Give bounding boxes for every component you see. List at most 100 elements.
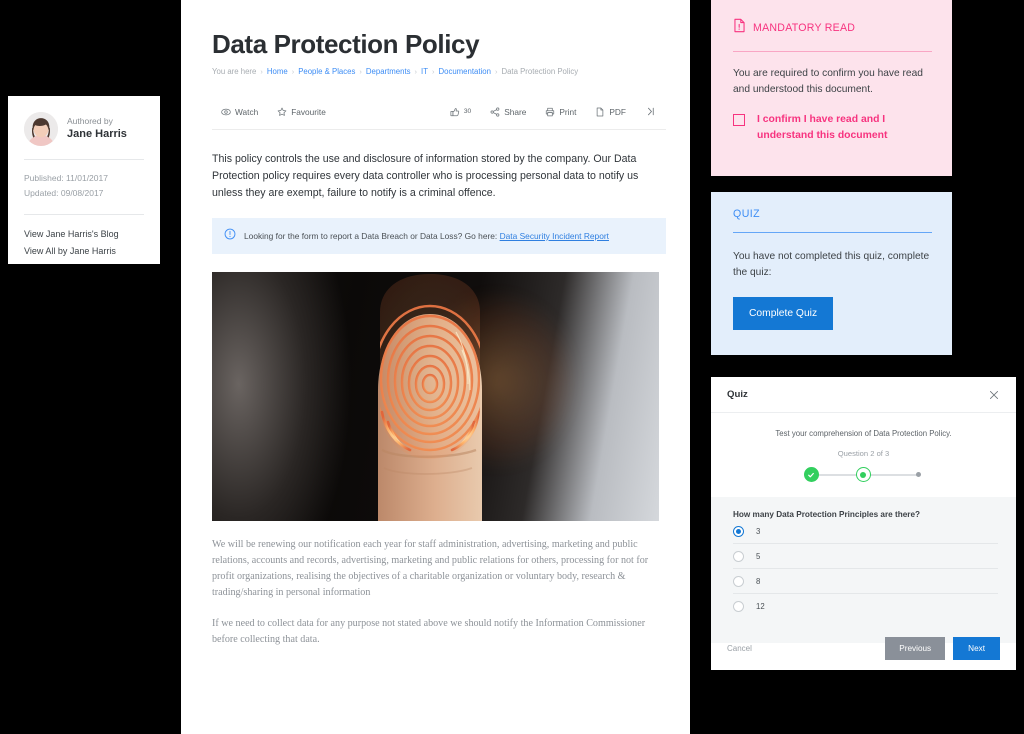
updated-date: Updated: 09/08/2017: [24, 187, 104, 198]
quiz-question-box: How many Data Protection Principles are …: [711, 497, 1016, 643]
file-pdf-icon: [595, 107, 605, 117]
print-button[interactable]: Print: [536, 103, 586, 121]
share-icon: [490, 107, 500, 117]
chevron-right-icon: ›: [431, 66, 435, 76]
radio-dot: [736, 529, 741, 534]
quiz-panel: QUIZ You have not completed this quiz, c…: [711, 192, 952, 355]
chevron-right-icon: ›: [359, 66, 362, 76]
quiz-option-2[interactable]: 5: [733, 544, 998, 569]
document-toolbar: Watch Favourite 30 Share Print PDF: [212, 102, 666, 122]
divider: [733, 232, 932, 234]
confirm-read-row[interactable]: I confirm I have read and I understand t…: [733, 112, 932, 144]
question-counter: Question 2 of 3: [837, 449, 890, 458]
page-title: Data Protection Policy: [212, 29, 480, 59]
like-count: 30: [463, 108, 472, 116]
watch-button[interactable]: Watch: [212, 103, 268, 121]
like-button[interactable]: 30: [441, 103, 481, 121]
mandatory-read-body: You are required to confirm you have rea…: [733, 68, 923, 95]
quiz-panel-body: You have not completed this quiz, comple…: [733, 251, 930, 279]
radio-button-selected[interactable]: [733, 526, 744, 537]
breadcrumb-item-current: Data Protection Policy: [501, 66, 579, 76]
avatar-photo: [24, 112, 58, 146]
cancel-button[interactable]: Cancel: [727, 644, 752, 653]
published-date: Published: 11/01/2017: [24, 173, 108, 183]
link-author-blog[interactable]: View Jane Harris's Blog: [24, 226, 144, 244]
favourite-label: Favourite: [291, 106, 326, 117]
document-panel: Data Protection Policy You are here › Ho…: [181, 0, 690, 734]
step-3-pending[interactable]: [915, 472, 921, 477]
eye-icon: [221, 107, 231, 117]
pdf-label: PDF: [609, 106, 626, 117]
step-2-current[interactable]: [855, 467, 871, 482]
toolbar-right-group: 30 Share Print PDF: [441, 102, 666, 121]
toolbar-divider: [212, 128, 666, 130]
chevron-right-bar-icon: [645, 106, 656, 117]
breadcrumb-item-home[interactable]: Home: [267, 67, 288, 76]
quiz-option-label: 12: [756, 602, 765, 611]
complete-quiz-button[interactable]: Complete Quiz: [733, 297, 834, 331]
link-author-all[interactable]: View All by Jane Harris: [24, 243, 144, 261]
expand-next-button[interactable]: [636, 102, 666, 121]
quiz-option-1[interactable]: 3: [733, 519, 998, 544]
author-header: Authored by Jane Harris: [24, 112, 144, 146]
hero-image: [212, 272, 659, 522]
info-callout: Looking for the form to report a Data Br…: [212, 218, 666, 255]
close-icon[interactable]: [986, 387, 1002, 403]
authored-by-label: Authored by: [67, 115, 113, 126]
mandatory-read-header: MANDATORY READ: [733, 18, 932, 38]
radio-button[interactable]: [733, 576, 744, 587]
quiz-option-3[interactable]: 8: [733, 569, 998, 594]
quiz-option-4[interactable]: 12: [733, 594, 998, 618]
lead-paragraph: This policy controls the use and disclos…: [212, 152, 639, 200]
chevron-right-icon: ›: [414, 66, 418, 76]
next-button[interactable]: Next: [953, 636, 1000, 660]
info-circle-icon: [224, 227, 236, 245]
quiz-modal-header: Quiz: [711, 377, 1016, 413]
quiz-question-text: How many Data Protection Principles are …: [733, 510, 921, 519]
author-meta: Authored by Jane Harris: [67, 116, 127, 142]
share-label: Share: [504, 106, 527, 117]
breadcrumb-prefix: You are here: [212, 66, 257, 76]
publish-meta: Published: 11/01/2017 Updated: 09/08/201…: [24, 160, 144, 201]
step-dot: [860, 471, 866, 478]
incident-report-link[interactable]: Data Security Incident Report: [500, 231, 609, 241]
author-name: Jane Harris: [67, 128, 127, 141]
body-paragraph: If we need to collect data for any purpo…: [212, 618, 646, 646]
page-root: Authored by Jane Harris Published: 11/01…: [0, 0, 1024, 734]
callout-message: Looking for the form to report a Data Br…: [244, 230, 500, 241]
quiz-modal-subtitle: Test your comprehension of Data Protecti…: [775, 429, 952, 438]
mandatory-read-panel: MANDATORY READ You are required to confi…: [711, 0, 952, 176]
quiz-option-label: 8: [756, 577, 761, 586]
previous-button[interactable]: Previous: [885, 636, 946, 660]
favourite-button[interactable]: Favourite: [268, 103, 336, 121]
breadcrumb-item-people-places[interactable]: People & Places: [298, 67, 355, 76]
breadcrumb-item-documentation[interactable]: Documentation: [438, 67, 490, 76]
share-button[interactable]: Share: [481, 103, 536, 121]
breadcrumb-item-departments[interactable]: Departments: [366, 67, 411, 76]
radio-button[interactable]: [733, 601, 744, 612]
body-paragraph: We will be renewing our notification eac…: [212, 539, 649, 599]
quiz-progress-stepper: [803, 467, 924, 483]
quiz-modal-title: Quiz: [727, 389, 748, 400]
breadcrumb: You are here › Home › People & Places › …: [212, 67, 666, 76]
watch-label: Watch: [235, 106, 259, 117]
confirm-read-label[interactable]: I confirm I have read and I understand t…: [757, 112, 932, 144]
breadcrumb-item-it[interactable]: IT: [421, 67, 428, 76]
radio-button[interactable]: [733, 551, 744, 562]
fingerprint-illustration: [378, 274, 482, 522]
quiz-modal: Quiz Test your comprehension of Data Pro…: [711, 377, 1016, 670]
quiz-panel-title: QUIZ: [733, 208, 761, 220]
mandatory-read-title: MANDATORY READ: [753, 22, 856, 34]
divider: [733, 51, 932, 52]
step-1-complete[interactable]: [803, 467, 819, 482]
quiz-modal-footer: Cancel Previous Next: [711, 626, 1016, 670]
printer-icon: [545, 107, 555, 117]
thumbs-up-icon: [450, 107, 460, 117]
document-body: We will be renewing our notification eac…: [212, 537, 666, 648]
chevron-right-icon: ›: [494, 66, 498, 76]
chevron-right-icon: ›: [291, 66, 295, 76]
document-alert-icon: [733, 18, 746, 38]
pdf-button[interactable]: PDF: [586, 103, 636, 121]
author-links: View Jane Harris's Blog View All by Jane…: [24, 215, 144, 261]
confirm-read-checkbox[interactable]: [733, 113, 745, 126]
